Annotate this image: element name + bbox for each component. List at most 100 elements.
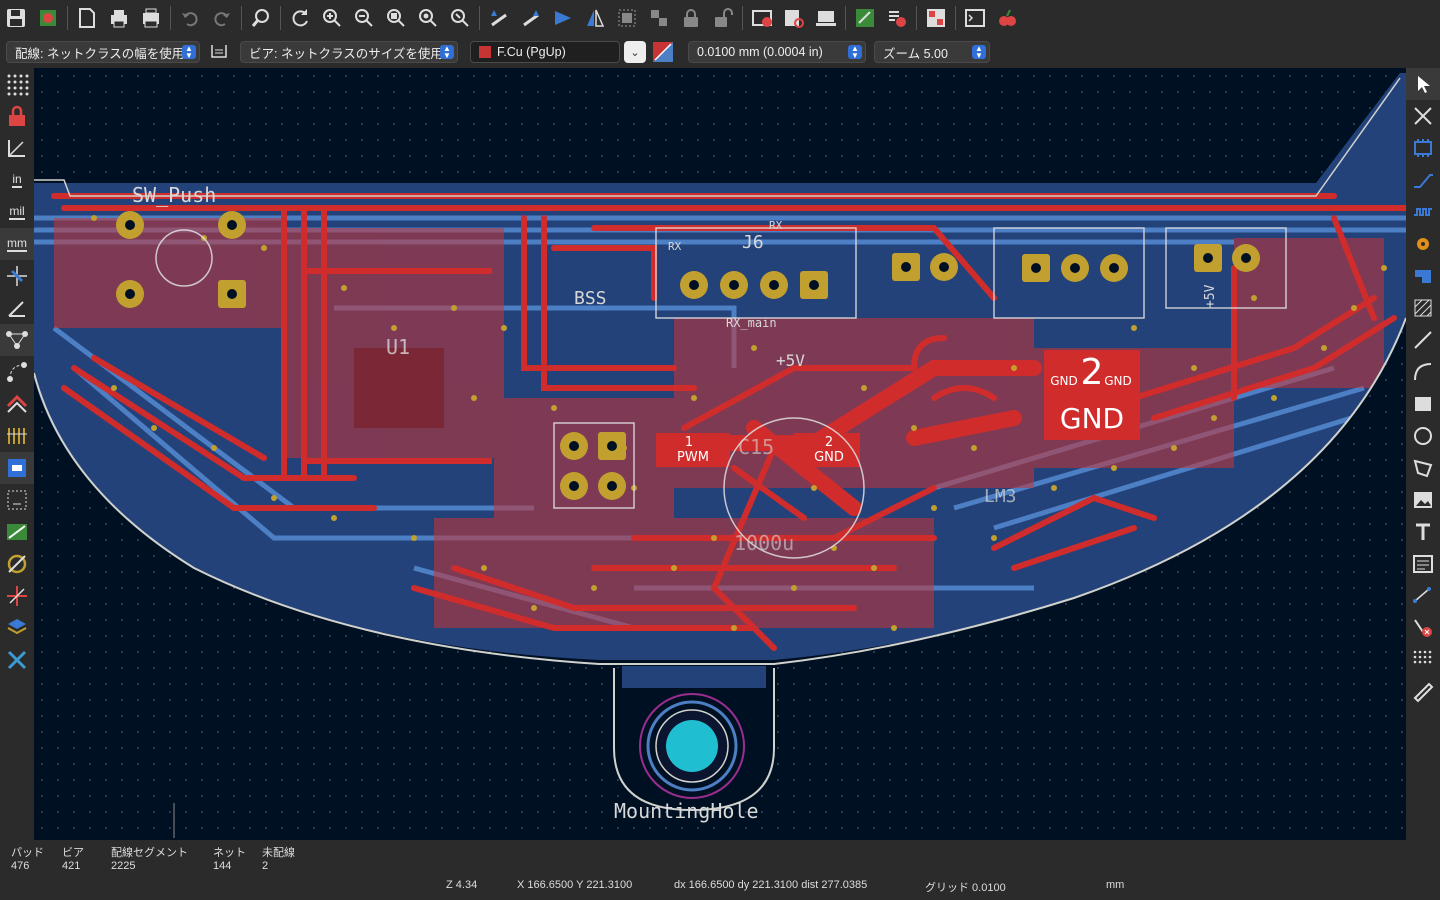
pcb-canvas[interactable]: SW_Push J6 RX RX RX_main +5V BSS U1 C15 … — [34, 68, 1406, 840]
separator — [280, 6, 281, 30]
track-width-select[interactable]: 配線: ネットクラスの幅を使用 ▲ ▼ — [6, 41, 200, 63]
ungroup-icon[interactable] — [643, 2, 675, 34]
mirror-icon[interactable] — [579, 2, 611, 34]
main-toolbar — [0, 0, 1440, 36]
grid-origin-icon[interactable] — [1406, 644, 1440, 676]
units-readout: mm — [1106, 879, 1125, 891]
chevron-down-icon[interactable]: ⌄ — [624, 41, 646, 63]
zoom-fit-icon[interactable] — [380, 2, 412, 34]
footprint-wizard-icon[interactable] — [920, 2, 952, 34]
lock-grid-icon[interactable] — [0, 100, 34, 132]
properties-manager-icon[interactable] — [0, 644, 34, 676]
curved-ratsnest-icon[interactable] — [0, 356, 34, 388]
layer-pair-icon[interactable] — [652, 41, 674, 63]
pads-outline-icon[interactable] — [0, 420, 34, 452]
route-track-icon[interactable] — [1406, 164, 1440, 196]
measure-tool-icon[interactable] — [1406, 676, 1440, 708]
clearance-icon[interactable] — [0, 580, 34, 612]
zoom-selection-icon[interactable] — [444, 2, 476, 34]
zoom-select[interactable]: ズーム 5.00 ▲ ▼ — [874, 41, 990, 63]
update-pcb-icon[interactable] — [810, 2, 842, 34]
save-icon[interactable] — [0, 2, 32, 34]
plugin-icon[interactable] — [991, 2, 1023, 34]
draw-arc-icon[interactable] — [1406, 356, 1440, 388]
drc-check-icon[interactable] — [881, 2, 913, 34]
add-zone-icon[interactable] — [1406, 260, 1440, 292]
flip-icon[interactable] — [547, 2, 579, 34]
rotate-cw-icon[interactable] — [515, 2, 547, 34]
zoom-objects-icon[interactable] — [412, 2, 444, 34]
footprint-editor-icon[interactable] — [746, 2, 778, 34]
local-ratsnest-icon[interactable] — [1406, 100, 1440, 132]
silk-label-rx: RX — [769, 219, 783, 232]
silk-label-u1: U1 — [386, 335, 410, 359]
draw-polygon-icon[interactable] — [1406, 452, 1440, 484]
cursor-crosshair-icon[interactable] — [0, 260, 34, 292]
units-mil-button[interactable]: mil — [0, 196, 34, 228]
pad-number-pwm: 1 — [685, 435, 693, 450]
via-outline-icon[interactable] — [0, 484, 34, 516]
add-via-icon[interactable] — [1406, 228, 1440, 260]
layers-manager-icon[interactable] — [0, 612, 34, 644]
lock-icon[interactable] — [675, 2, 707, 34]
options-toolbar: 配線: ネットクラスの幅を使用 ▲ ▼ ビア: ネットクラスのサイズを使用 ▲ ▼ … — [0, 36, 1440, 68]
silk-label-rx-2: RX — [668, 240, 682, 253]
nets-value: 144 — [213, 860, 232, 872]
separator — [742, 6, 743, 30]
rotate-ccw-icon[interactable] — [483, 2, 515, 34]
unrouted-stat: 未配線 2 — [262, 844, 295, 872]
left-toolbar: in mil mm — [0, 68, 34, 840]
mounting-tab — [613, 666, 775, 812]
grid-toggle-icon[interactable] — [0, 68, 34, 100]
add-footprint-icon[interactable] — [1406, 132, 1440, 164]
separator — [955, 6, 956, 30]
tune-length-icon[interactable] — [1406, 196, 1440, 228]
units-inch-button[interactable]: in — [0, 164, 34, 196]
high-contrast-icon[interactable] — [0, 452, 34, 484]
polar-coords-icon[interactable] — [0, 132, 34, 164]
add-dimension-icon[interactable] — [1406, 580, 1440, 612]
draw-circle-icon[interactable] — [1406, 420, 1440, 452]
chevron-updown-icon: ▲ ▼ — [182, 45, 196, 60]
separator — [67, 6, 68, 30]
find-icon[interactable] — [245, 2, 277, 34]
select-arrow-icon[interactable] — [1406, 68, 1440, 100]
page-settings-icon[interactable] — [71, 2, 103, 34]
layer-select[interactable]: F.Cu (PgUp) — [470, 41, 620, 63]
grid-select[interactable]: 0.0100 mm (0.0004 in) ▲ ▼ — [688, 41, 866, 63]
layer-color-swatch — [479, 46, 491, 58]
right-toolbar — [1406, 68, 1440, 840]
unlock-icon[interactable] — [707, 2, 739, 34]
tracks-outline-icon[interactable] — [0, 548, 34, 580]
rule-area-icon[interactable] — [1406, 292, 1440, 324]
ratsnest-icon[interactable] — [0, 324, 34, 356]
zoom-out-icon[interactable] — [348, 2, 380, 34]
delete-tool-icon[interactable] — [1406, 612, 1440, 644]
silk-label-rx-main: RX_main — [726, 316, 777, 330]
draw-rectangle-icon[interactable] — [1406, 388, 1440, 420]
add-text-icon[interactable] — [1406, 516, 1440, 548]
group-icon[interactable] — [611, 2, 643, 34]
draw-line-icon[interactable] — [1406, 324, 1440, 356]
net-color-icon[interactable] — [0, 516, 34, 548]
auto-track-width-icon[interactable] — [208, 36, 230, 68]
scripting-console-icon[interactable] — [959, 2, 991, 34]
redo-icon[interactable] — [206, 2, 238, 34]
chevron-updown-icon: ▲ ▼ — [972, 45, 986, 60]
drc-settings-icon[interactable] — [849, 2, 881, 34]
units-mm-button[interactable]: mm — [0, 228, 34, 260]
refresh-icon[interactable] — [284, 2, 316, 34]
footprint-browser-icon[interactable] — [778, 2, 810, 34]
show-zones-icon[interactable] — [0, 388, 34, 420]
print-icon[interactable] — [103, 2, 135, 34]
silk-label-c15: C15 — [738, 435, 774, 459]
add-textbox-icon[interactable] — [1406, 548, 1440, 580]
board-setup-icon[interactable] — [32, 2, 64, 34]
angle-snap-icon[interactable] — [0, 292, 34, 324]
plot-icon[interactable] — [135, 2, 167, 34]
via-size-select[interactable]: ビア: ネットクラスのサイズを使用 ▲ ▼ — [240, 41, 458, 63]
zoom-in-icon[interactable] — [316, 2, 348, 34]
undo-icon[interactable] — [174, 2, 206, 34]
mounting-hole-drill — [666, 720, 718, 772]
add-image-icon[interactable] — [1406, 484, 1440, 516]
